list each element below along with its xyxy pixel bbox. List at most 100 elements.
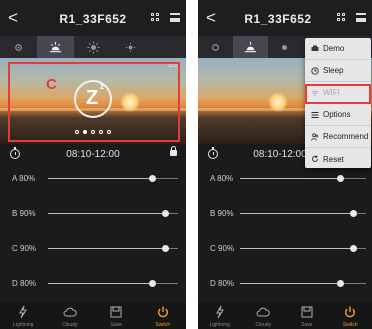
- tab-switch[interactable]: Switch: [329, 302, 372, 329]
- tab-cloudy[interactable]: Cloudy: [242, 302, 286, 329]
- menu-item-label: Recommend: [323, 132, 369, 141]
- mode-tab-moon[interactable]: [149, 36, 186, 58]
- mode-tab-night[interactable]: [198, 36, 233, 58]
- channel-a: A 80%: [0, 172, 186, 186]
- lightning-icon: [19, 305, 28, 319]
- sun-small-icon: [125, 42, 135, 52]
- slider-thumb[interactable]: [161, 210, 169, 217]
- lightning-icon: [215, 305, 224, 319]
- cloud-icon: [256, 307, 270, 317]
- annotation-label: C: [46, 76, 57, 93]
- moon-icon: [164, 42, 170, 52]
- channel-slider[interactable]: [48, 245, 178, 252]
- slider-thumb[interactable]: [349, 210, 357, 217]
- tab-save[interactable]: Save: [93, 302, 140, 329]
- channel-slider[interactable]: [48, 280, 178, 287]
- menu-item-label: Demo: [323, 44, 345, 53]
- slider-thumb[interactable]: [148, 175, 156, 182]
- channel-label: C 90%: [210, 244, 235, 253]
- menu-item-label: Sleep: [323, 66, 344, 75]
- channel-b: B 90%: [0, 207, 186, 221]
- tab-lightning[interactable]: Lightning: [0, 302, 47, 329]
- clock-icon: [311, 66, 319, 75]
- channel-slider[interactable]: [240, 280, 366, 287]
- channel-label: C 90%: [12, 244, 37, 253]
- channel-slider[interactable]: [48, 210, 178, 217]
- list-icon: [311, 111, 319, 118]
- channel-c: C 90%: [198, 242, 372, 256]
- annotation-box: [8, 62, 180, 142]
- lock-icon[interactable]: [170, 146, 177, 156]
- grid-icon[interactable]: [337, 13, 346, 22]
- left-screen: < R1_33F652 11:07 Zz C 08:10-12:00 A 80%…: [0, 0, 186, 329]
- channel-label: B 90%: [210, 209, 234, 218]
- top-bar: < R1_33F652: [0, 0, 186, 36]
- channel-d: D 80%: [198, 277, 372, 291]
- menu-item-label: Options: [323, 110, 351, 119]
- bottom-tab-bar: Lightning Cloudy Save Switch: [198, 302, 372, 329]
- reset-icon: [312, 155, 318, 162]
- mode-tab-sunrise[interactable]: [37, 36, 75, 58]
- demo-icon: [311, 45, 319, 51]
- tab-label: Switch: [342, 322, 358, 328]
- menu-icon[interactable]: [356, 13, 366, 22]
- channel-a: A 80%: [198, 172, 372, 186]
- users-icon: [311, 132, 319, 141]
- menu-icon[interactable]: [170, 13, 180, 22]
- time-range[interactable]: 08:10-12:00: [0, 149, 186, 160]
- slider-thumb[interactable]: [349, 245, 357, 252]
- tab-label: Lightning: [13, 322, 34, 328]
- channel-c: C 90%: [0, 242, 186, 256]
- menu-item-reset[interactable]: Reset: [305, 148, 371, 170]
- sunrise-icon: [244, 41, 256, 52]
- channel-label: D 80%: [12, 279, 37, 288]
- grid-icon[interactable]: [151, 13, 160, 22]
- tab-label: Cloudy: [61, 322, 78, 328]
- tab-lightning[interactable]: Lightning: [198, 302, 242, 329]
- slider-thumb[interactable]: [148, 280, 156, 287]
- channel-slider[interactable]: [240, 175, 366, 182]
- sun-icon: [282, 44, 288, 50]
- channel-d: D 80%: [0, 277, 186, 291]
- annotation-box: [305, 84, 371, 104]
- menu-item-sleep[interactable]: Sleep: [305, 60, 371, 82]
- slider-thumb[interactable]: [337, 280, 345, 287]
- mode-tabs: [0, 36, 186, 58]
- power-icon: [345, 306, 356, 318]
- mode-tab-sunrise[interactable]: [232, 36, 268, 58]
- channel-slider[interactable]: [240, 210, 366, 217]
- tab-label: Lightning: [209, 322, 230, 328]
- tab-label: Cloudy: [255, 322, 272, 328]
- moon-stars-icon: [15, 43, 22, 51]
- channel-b: B 90%: [198, 207, 372, 221]
- moon-stars-icon: [212, 43, 219, 51]
- tab-label: Save: [110, 322, 122, 328]
- bottom-tab-bar: Lightning Cloudy Save Switch: [0, 302, 186, 329]
- menu-item-recommend[interactable]: Recommend: [305, 126, 371, 148]
- sun-icon: [86, 40, 100, 54]
- mode-tab-day[interactable]: [74, 36, 111, 58]
- channel-slider[interactable]: [240, 245, 366, 252]
- cloud-icon: [63, 307, 77, 317]
- tab-save[interactable]: Save: [285, 302, 329, 329]
- mode-tab-day[interactable]: [268, 36, 303, 58]
- top-bar: < R1_33F652: [198, 0, 372, 36]
- channel-label: D 80%: [210, 279, 235, 288]
- channel-slider[interactable]: [48, 175, 178, 182]
- menu-item-label: Reset: [323, 154, 344, 164]
- save-icon: [110, 306, 122, 318]
- right-screen: < R1_33F652 08:10-12:00 A 80% B 90% C 90…: [198, 0, 372, 329]
- tab-label: Switch: [155, 322, 171, 328]
- timer-row: 08:10-12:00: [0, 146, 186, 163]
- menu-item-options[interactable]: Options: [305, 104, 371, 126]
- channel-label: B 90%: [12, 209, 36, 218]
- mode-tab-dusk[interactable]: [112, 36, 149, 58]
- tab-switch[interactable]: Switch: [140, 302, 187, 329]
- menu-item-demo[interactable]: Demo: [305, 38, 371, 60]
- sunrise-icon: [50, 41, 62, 52]
- tab-cloudy[interactable]: Cloudy: [47, 302, 94, 329]
- slider-thumb[interactable]: [337, 175, 345, 182]
- mode-tab-night[interactable]: [0, 36, 37, 58]
- channel-label: A 80%: [210, 174, 234, 183]
- slider-thumb[interactable]: [161, 245, 169, 252]
